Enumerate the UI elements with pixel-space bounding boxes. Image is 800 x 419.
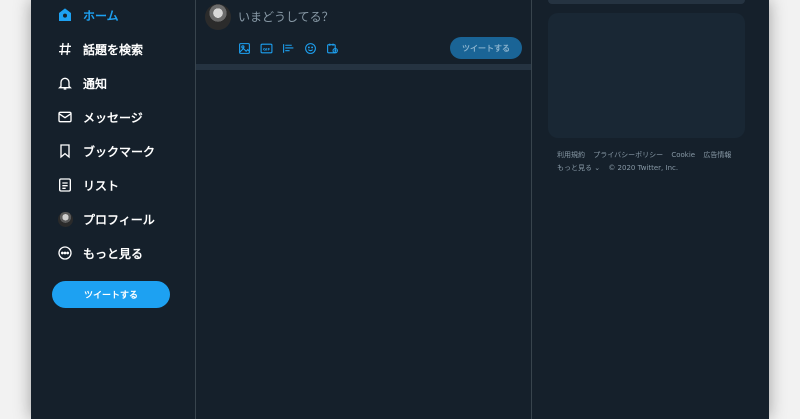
column-divider-left [195, 0, 196, 419]
schedule-icon[interactable] [325, 41, 340, 56]
sidebar-item-label: 話題を検索 [83, 42, 144, 57]
compose-input[interactable]: いまどうしてる？ [238, 8, 334, 25]
svg-text:GIF: GIF [263, 46, 271, 51]
sidebar-item-home[interactable]: ホーム [56, 2, 119, 28]
footer-more-link[interactable]: もっと見る ⌄ [557, 164, 600, 172]
sidebar-item-lists[interactable]: リスト [56, 172, 119, 198]
bell-icon [56, 74, 74, 92]
sidebar-item-label: 通知 [83, 76, 108, 91]
column-divider-right [531, 0, 532, 419]
emoji-icon[interactable] [303, 41, 318, 56]
sidebar-item-more[interactable]: もっと見る [56, 240, 143, 266]
footer-link-privacy[interactable]: プライバシーポリシー [593, 151, 663, 159]
compose-tweet-button[interactable]: ツイートする [450, 37, 522, 59]
sidebar-item-messages[interactable]: メッセージ [56, 104, 143, 130]
sidebar-item-bookmarks[interactable]: ブックマーク [56, 138, 155, 164]
gif-icon[interactable]: GIF [259, 41, 274, 56]
bookmark-icon [56, 142, 74, 160]
compose-toolbar: GIF [237, 41, 340, 56]
footer-link-cookie[interactable]: Cookie [671, 151, 695, 159]
sidebar-item-label: メッセージ [83, 110, 143, 125]
compose-avatar[interactable] [205, 4, 231, 30]
more-icon [56, 244, 74, 262]
sidebar-item-label: リスト [83, 178, 120, 193]
sidebar-item-label: プロフィール [83, 212, 155, 227]
sidebar-item-profile[interactable]: プロフィール [56, 206, 155, 232]
sidebar-item-label: ブックマーク [83, 144, 156, 159]
sidebar-item-explore[interactable]: 話題を検索 [56, 36, 143, 62]
sidebar-item-label: もっと見る [83, 246, 144, 261]
footer-link-ads[interactable]: 広告情報 [703, 151, 731, 159]
app-window: ホーム 話題を検索 通知 メッセージ ブックマーク リスト プロフィール もっと… [31, 0, 769, 419]
search-area-stub [548, 0, 745, 4]
footer-links: 利用規約 プライバシーポリシー Cookie 広告情報 もっと見る ⌄ © 20… [557, 149, 737, 175]
copyright-text: © 2020 Twitter, Inc. [608, 164, 679, 172]
footer-link-terms[interactable]: 利用規約 [557, 151, 585, 159]
sidebar-tweet-button[interactable]: ツイートする [52, 281, 170, 308]
avatar-icon [56, 210, 74, 228]
hashtag-icon [56, 40, 74, 58]
sidebar-item-notifications[interactable]: 通知 [56, 70, 107, 96]
poll-icon[interactable] [281, 41, 296, 56]
trends-panel [548, 13, 745, 138]
timeline-separator [196, 64, 531, 70]
mail-icon [56, 108, 74, 126]
home-icon [56, 6, 74, 24]
image-icon[interactable] [237, 41, 252, 56]
sidebar-item-label: ホーム [83, 8, 119, 23]
list-icon [56, 176, 74, 194]
